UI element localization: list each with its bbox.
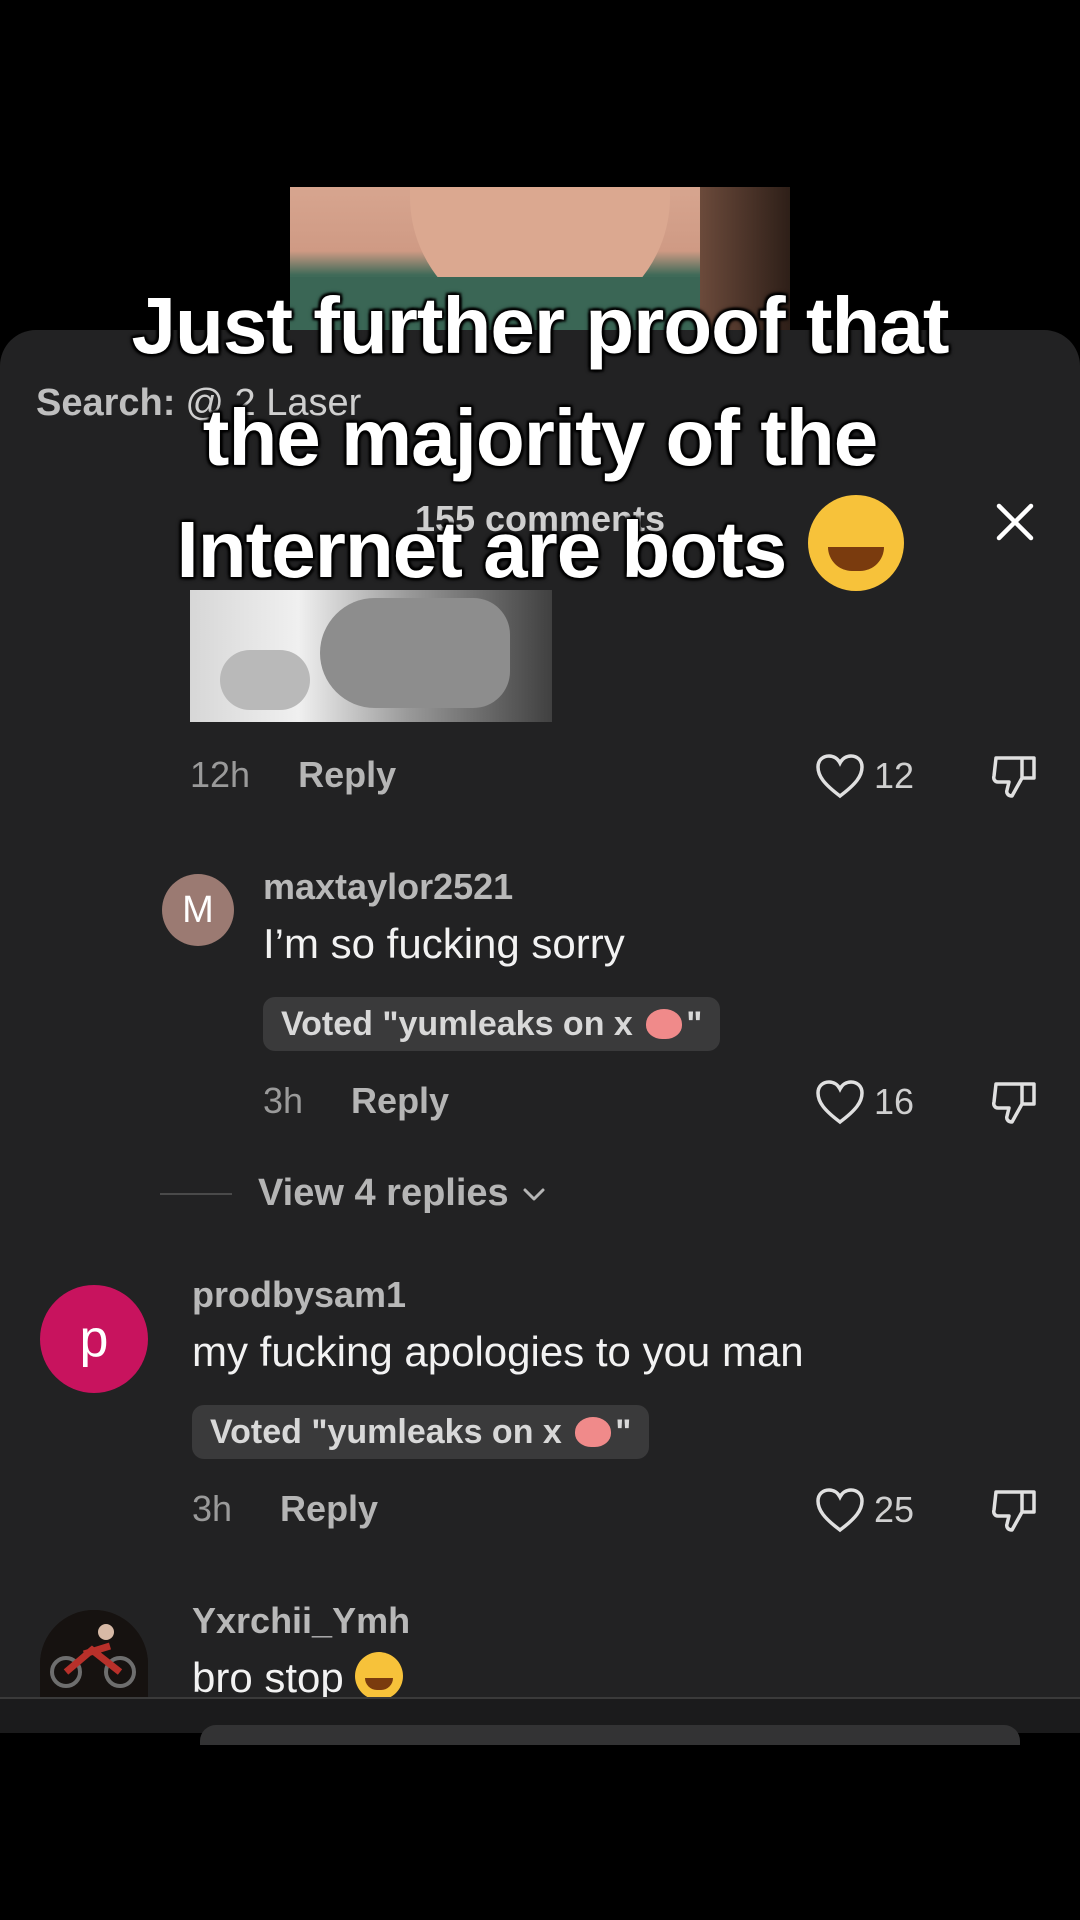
comment-meta-row: 3h Reply — [263, 1080, 449, 1122]
reply-button[interactable]: Reply — [280, 1488, 378, 1530]
reply-button[interactable]: Reply — [298, 754, 396, 796]
comment-input-bar — [0, 1699, 1080, 1745]
comment-username[interactable]: prodbysam1 — [192, 1274, 406, 1316]
view-replies-button[interactable]: View 4 replies — [160, 1172, 551, 1215]
like-button[interactable]: 25 — [814, 1486, 914, 1534]
avatar[interactable]: M — [162, 874, 234, 946]
caption-line-2: the majority of the — [202, 393, 878, 482]
comment-time: 3h — [263, 1080, 304, 1121]
comment-text: my fucking apologies to you man — [192, 1328, 804, 1375]
comment-time: 3h — [192, 1488, 233, 1529]
view-replies-label: View 4 replies — [258, 1172, 509, 1214]
heart-icon — [816, 1488, 864, 1533]
comment-meta-row: 12h Reply — [190, 754, 396, 796]
dislike-icon[interactable] — [988, 750, 1040, 802]
comment-text-content: bro stop — [192, 1654, 356, 1701]
vote-badge: Voted "yumleaks on x " — [192, 1405, 650, 1459]
divider — [160, 1192, 232, 1195]
peach-emoji-icon — [575, 1417, 612, 1447]
reply-button[interactable]: Reply — [351, 1080, 449, 1122]
comment-time: 12h — [190, 754, 251, 795]
heart-icon — [816, 754, 864, 799]
laughing-emoji-icon — [807, 495, 904, 591]
comment-meta-row: 3h Reply — [192, 1488, 378, 1530]
peach-emoji-icon — [646, 1009, 683, 1039]
vote-badge-text: Voted "yumleaks on x — [281, 1005, 643, 1043]
like-button[interactable]: 12 — [814, 752, 914, 800]
comment-username[interactable]: Yxrchii_Ymh — [192, 1600, 410, 1642]
chevron-down-icon — [523, 1188, 545, 1200]
video-caption: Just further proof that the majority of … — [40, 270, 1040, 606]
vote-badge-text: Voted "yumleaks on x — [210, 1413, 572, 1451]
avatar[interactable]: p — [40, 1285, 148, 1393]
caption-line-3-text: Internet are bots — [176, 505, 787, 594]
vote-badge: Voted "yumleaks on x " — [263, 997, 721, 1051]
heart-icon — [816, 1080, 864, 1125]
like-count: 12 — [874, 755, 915, 796]
dislike-icon[interactable] — [988, 1076, 1040, 1128]
like-button[interactable]: 16 — [814, 1078, 914, 1126]
caption-line-1: Just further proof that — [131, 281, 950, 370]
laughing-emoji-icon — [355, 1652, 404, 1700]
like-count: 16 — [874, 1081, 915, 1122]
comment-username[interactable]: maxtaylor2521 — [263, 866, 513, 908]
vote-badge-quote: " — [686, 1005, 703, 1043]
comment-text: bro stop — [192, 1652, 404, 1702]
comment-input-field[interactable] — [200, 1725, 1020, 1745]
vote-badge-quote: " — [615, 1413, 632, 1451]
comment-text: I’m so fucking sorry — [263, 920, 625, 967]
comment-gif-image[interactable] — [190, 590, 552, 722]
like-count: 25 — [874, 1489, 915, 1530]
dislike-icon[interactable] — [988, 1484, 1040, 1536]
